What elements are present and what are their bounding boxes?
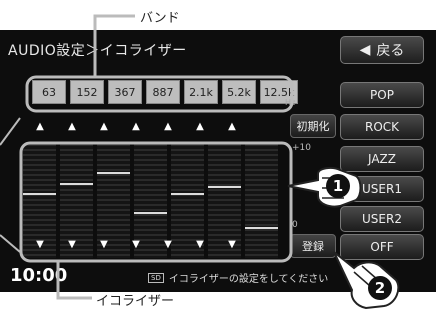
band-label: 5.2k	[222, 80, 256, 104]
band-down-button[interactable]: ▼	[158, 236, 178, 252]
band-label: 367	[108, 80, 142, 104]
eq-level-marker	[245, 227, 278, 229]
band-down-button[interactable]: ▼	[190, 236, 210, 252]
scale-zero-label: 0	[292, 220, 298, 230]
band-label: 63	[32, 80, 66, 104]
back-button-label: 戻る	[376, 43, 405, 59]
eq-level-marker	[97, 172, 130, 174]
back-button[interactable]: ◀ 戻る	[340, 36, 424, 64]
eq-level-marker	[134, 212, 167, 214]
scale-top-label: +10	[292, 143, 311, 153]
status-message: イコライザーの設定をしてください	[168, 274, 329, 285]
band-up-button[interactable]: ▲	[190, 118, 210, 134]
preset-jazz-button[interactable]: JAZZ	[340, 146, 424, 172]
band-label: 887	[146, 80, 180, 104]
hz-unit: Hz	[285, 98, 296, 107]
band-up-button[interactable]: ▲	[126, 118, 146, 134]
preset-pop-button[interactable]: POP	[340, 82, 424, 108]
band-label: 152	[70, 80, 104, 104]
equalizer-callout-label: イコライザー	[96, 294, 175, 309]
band-frequency-list: 63 152 367 887 2.1k 5.2k 12.5k	[32, 80, 298, 104]
band-up-button[interactable]: ▲	[62, 118, 82, 134]
page-title: AUDIO設定＞イコライザー	[8, 43, 187, 59]
band-up-button[interactable]: ▲	[158, 118, 178, 134]
preset-user2-button[interactable]: USER2	[340, 206, 424, 232]
preset-rock-button[interactable]: ROCK	[340, 114, 424, 140]
preset-off-button[interactable]: OFF	[340, 234, 424, 260]
triangle-left-icon: ◀	[359, 42, 371, 58]
step-1-badge: 1	[326, 174, 350, 198]
save-button[interactable]: 登録	[290, 234, 336, 258]
eq-slider-column[interactable]	[245, 144, 278, 258]
eq-level-marker	[171, 193, 204, 195]
eq-level-marker	[60, 183, 93, 185]
preset-user1-button[interactable]: USER1	[340, 176, 424, 202]
step-2-badge: 2	[368, 276, 392, 300]
band-down-button[interactable]: ▼	[126, 236, 146, 252]
band-callout-label: バンド	[140, 11, 180, 26]
band-up-button[interactable]: ▲	[222, 118, 242, 134]
eq-level-marker	[23, 193, 56, 195]
band-down-button[interactable]: ▼	[62, 236, 82, 252]
eq-level-marker	[208, 186, 241, 188]
band-up-button[interactable]: ▲	[30, 118, 50, 134]
status-message-bar: SD イコライザーの設定をしてください	[148, 270, 328, 285]
reset-button[interactable]: 初期化	[290, 114, 336, 138]
navi-screen: AUDIO設定＞イコライザー ◀ 戻る 63 152 367 887 2.1k …	[0, 30, 436, 292]
band-down-button[interactable]: ▼	[222, 236, 242, 252]
clock: 10:00	[10, 265, 68, 286]
band-label: 2.1k	[184, 80, 218, 104]
band-up-button[interactable]: ▲	[94, 118, 114, 134]
sd-card-icon: SD	[148, 272, 164, 283]
band-down-button[interactable]: ▼	[94, 236, 114, 252]
up-arrow-row: ▲ ▲ ▲ ▲ ▲ ▲ ▲	[30, 118, 242, 134]
band-down-button[interactable]: ▼	[30, 236, 50, 252]
down-arrow-row: ▼ ▼ ▼ ▼ ▼ ▼ ▼	[30, 236, 242, 252]
